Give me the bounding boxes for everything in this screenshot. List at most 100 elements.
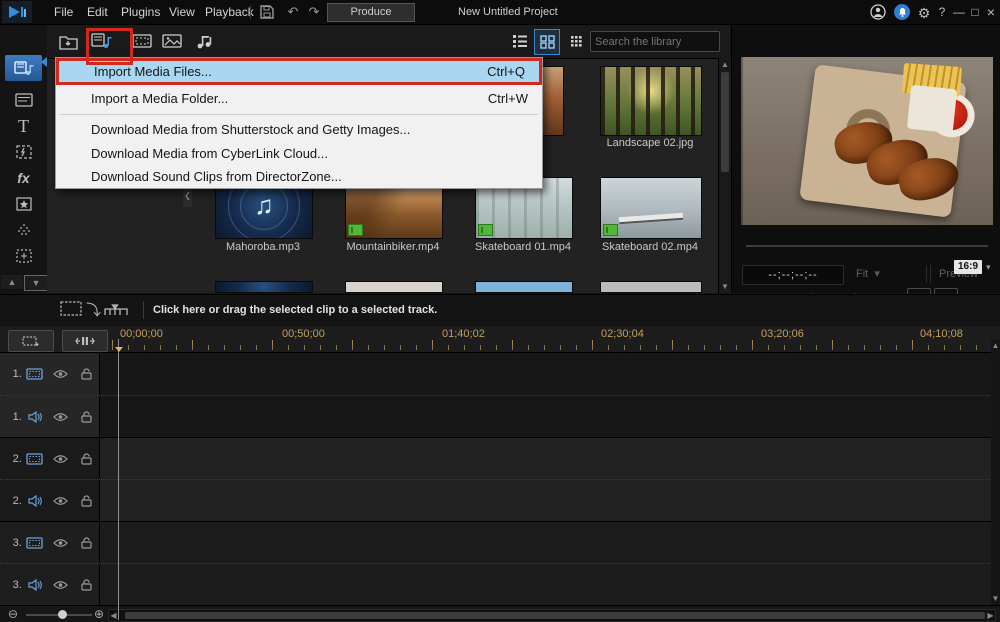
track-header-video-1[interactable]: 1. xyxy=(0,353,100,395)
list-view-button[interactable] xyxy=(508,29,532,53)
menu-item-download-shutterstock[interactable]: Download Media from Shutterstock and Get… xyxy=(56,117,542,142)
video-clip-badge-icon xyxy=(348,224,363,236)
media-room-tab[interactable] xyxy=(5,55,42,81)
zoom-out-icon[interactable]: ⊖ xyxy=(8,607,18,621)
library-scrollbar[interactable]: ▲ ▼ xyxy=(718,58,731,293)
help-icon[interactable]: ? xyxy=(934,0,950,24)
track-visibility-eye-icon[interactable] xyxy=(48,454,74,464)
title-room-tab[interactable]: T xyxy=(5,113,42,139)
sidebar-scroll-down-icon[interactable]: ▼ xyxy=(24,275,48,291)
zoom-in-icon[interactable]: ⊕ xyxy=(94,607,104,621)
media-thumbnail[interactable] xyxy=(215,281,313,293)
library-menu-button[interactable] xyxy=(566,29,586,53)
scroll-left-icon[interactable]: ◀ xyxy=(109,611,118,620)
search-input[interactable] xyxy=(591,36,741,48)
timeline-hscrollbar[interactable]: ◀ ▶ xyxy=(108,609,996,622)
track-header-audio-2[interactable]: 2. xyxy=(0,480,100,522)
transition-room-tab[interactable] xyxy=(5,139,42,165)
menu-playback[interactable]: Playback xyxy=(197,0,262,24)
track-lock-icon[interactable] xyxy=(73,368,99,380)
settings-gear-icon[interactable]: ⚙ xyxy=(915,4,933,22)
scroll-down-icon[interactable]: ▼ xyxy=(719,282,731,291)
track-visibility-eye-icon[interactable] xyxy=(48,496,74,506)
track-header-audio-3[interactable]: 3. xyxy=(0,564,100,606)
scrollbar-thumb[interactable] xyxy=(125,612,985,619)
media-thumbnail[interactable] xyxy=(600,177,702,239)
scroll-down-icon[interactable]: ▼ xyxy=(991,594,1000,603)
effect-room-tab[interactable]: fx xyxy=(5,165,42,191)
menu-file[interactable]: File xyxy=(46,0,81,24)
playhead-marker[interactable] xyxy=(115,347,123,352)
timecode-display[interactable]: --;--;--;-- xyxy=(742,265,844,285)
particle-room-tab[interactable] xyxy=(5,217,42,243)
media-item-name: Mahoroba.mp3 xyxy=(215,241,311,253)
scroll-up-icon[interactable]: ▲ xyxy=(719,60,731,69)
track-lock-icon[interactable] xyxy=(73,453,99,465)
produce-button[interactable]: Produce xyxy=(327,3,415,22)
grid-view-button[interactable] xyxy=(534,29,560,55)
save-icon[interactable] xyxy=(258,3,276,21)
aspect-ratio-badge[interactable]: 16:9 xyxy=(954,260,982,274)
timeline-track-lane[interactable] xyxy=(100,480,992,522)
track-visibility-eye-icon[interactable] xyxy=(48,412,74,422)
timeline-track-lane[interactable] xyxy=(100,438,992,480)
pip-objects-room-tab[interactable] xyxy=(5,191,42,217)
notification-bell-icon[interactable] xyxy=(894,4,910,20)
drag-hint-text: Click here or drag the selected clip to … xyxy=(153,295,437,326)
track-lock-icon[interactable] xyxy=(73,411,99,423)
track-lock-icon[interactable] xyxy=(73,537,99,549)
menu-edit[interactable]: Edit xyxy=(79,0,116,24)
media-thumbnail[interactable] xyxy=(600,66,702,136)
menu-item-download-cyberlink-cloud[interactable]: Download Media from CyberLink Cloud... xyxy=(56,141,542,166)
undo-icon[interactable]: ↶ xyxy=(284,3,302,21)
timeline-vscrollbar[interactable]: ▲ ▼ xyxy=(991,339,1000,605)
filter-audio-button[interactable] xyxy=(190,29,217,53)
track-manager-button[interactable] xyxy=(8,330,54,352)
menu-item-download-directorzone[interactable]: Download Sound Clips from DirectorZone..… xyxy=(56,164,542,189)
maximize-icon[interactable]: □ xyxy=(967,0,983,24)
track-lock-icon[interactable] xyxy=(73,579,99,591)
track-number: 2. xyxy=(0,495,22,507)
import-media-button[interactable] xyxy=(55,29,82,53)
timeline-track-lane[interactable] xyxy=(100,353,992,395)
media-thumbnail[interactable] xyxy=(345,281,443,293)
media-thumbnail[interactable] xyxy=(475,281,573,293)
track-number: 3. xyxy=(0,579,22,591)
library-search-box[interactable] xyxy=(590,31,720,52)
storyboard-room-tab[interactable] xyxy=(5,87,42,113)
track-visibility-eye-icon[interactable] xyxy=(48,538,74,548)
track-header-video-3[interactable]: 3. xyxy=(0,522,100,564)
fit-timeline-button[interactable] xyxy=(62,330,108,352)
preview-seekbar[interactable] xyxy=(746,245,988,247)
zoom-fit-dropdown[interactable]: Fit ▾ xyxy=(850,265,927,283)
video-track-icon xyxy=(22,368,48,380)
masking-room-tab[interactable] xyxy=(5,243,42,269)
timeline-ruler-ticks xyxy=(112,345,990,350)
track-header-video-2[interactable]: 2. xyxy=(0,438,100,480)
timeline-track-lane[interactable] xyxy=(100,522,992,564)
track-visibility-eye-icon[interactable] xyxy=(48,580,74,590)
annotation-red-box xyxy=(86,28,133,65)
menu-item-import-media-folder[interactable]: Import a Media Folder... Ctrl+W xyxy=(56,86,542,111)
account-icon[interactable] xyxy=(870,4,886,20)
track-lock-icon[interactable] xyxy=(73,495,99,507)
scroll-right-icon[interactable]: ▶ xyxy=(986,611,995,620)
minimize-icon[interactable]: — xyxy=(951,0,967,24)
sidebar-scroll-up-icon[interactable]: ▲ xyxy=(1,275,23,289)
track-header-audio-1[interactable]: 1. xyxy=(0,396,100,438)
drag-to-track-bar[interactable]: ⤵ Click here or drag the selected clip t… xyxy=(0,294,1000,327)
aspect-ratio-caret-icon[interactable]: ▾ xyxy=(986,260,991,274)
track-visibility-eye-icon[interactable] xyxy=(48,369,74,379)
close-icon[interactable]: × xyxy=(983,0,999,24)
scroll-up-icon[interactable]: ▲ xyxy=(991,341,1000,350)
media-thumbnail[interactable] xyxy=(600,281,702,293)
playhead-line[interactable] xyxy=(118,339,119,620)
track-number: 3. xyxy=(0,537,22,549)
timeline-track-lane[interactable] xyxy=(100,564,992,606)
redo-icon[interactable]: ↷ xyxy=(305,3,323,21)
media-item-name: Skateboard 01.mp4 xyxy=(475,241,571,253)
zoom-slider-knob[interactable] xyxy=(58,610,67,619)
scrollbar-thumb[interactable] xyxy=(721,72,729,172)
timeline-track-lane[interactable] xyxy=(100,396,992,438)
filter-photo-button[interactable] xyxy=(158,29,185,53)
